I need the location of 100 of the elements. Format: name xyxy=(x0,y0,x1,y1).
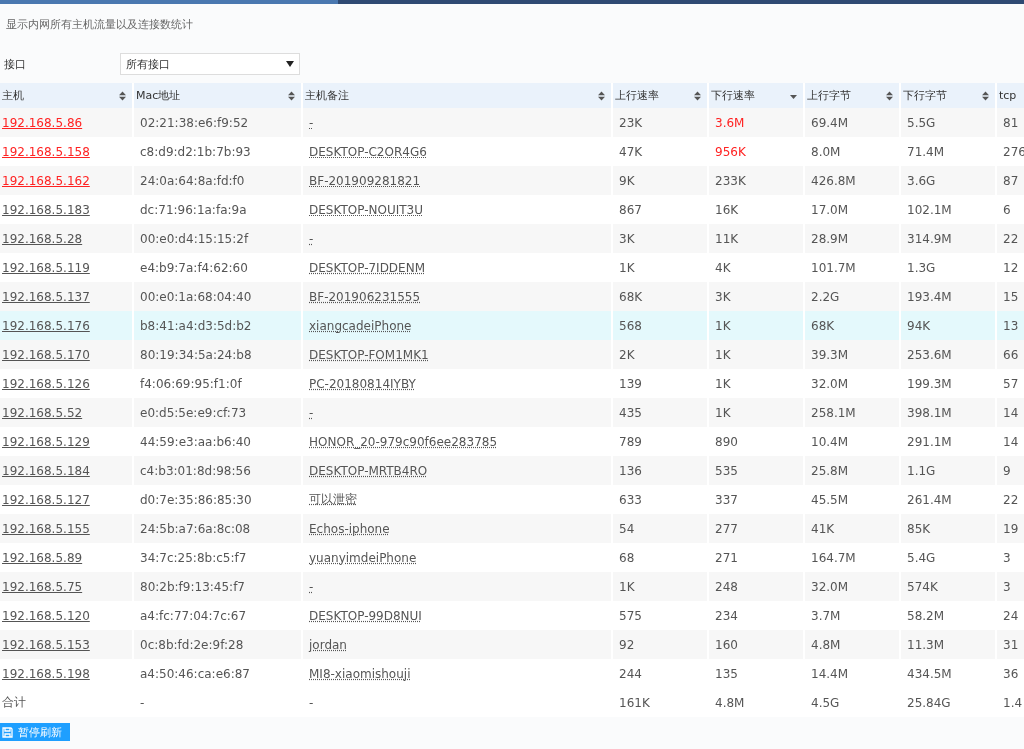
sort-icon[interactable] xyxy=(982,90,989,101)
table-cell: 16K xyxy=(708,195,804,224)
table-cell: 11.3M xyxy=(900,630,996,659)
sort-icon[interactable] xyxy=(598,90,605,101)
host-note-link[interactable]: 可以泄密 xyxy=(309,492,357,506)
table-cell: 58.2M xyxy=(900,601,996,630)
table-cell: 4.8M xyxy=(804,630,900,659)
dropdown-caret-icon xyxy=(286,61,294,67)
table-cell: 1.1G xyxy=(900,456,996,485)
table-cell: 337 xyxy=(708,485,804,514)
table-cell: 02:21:38:e6:f9:52 xyxy=(133,108,302,137)
table-cell: 36 xyxy=(996,659,1024,688)
table-cell: 25.8M xyxy=(804,456,900,485)
table-cell: 45.5M xyxy=(804,485,900,514)
table-cell: 1K xyxy=(612,572,708,601)
interface-label: 接口 xyxy=(3,56,27,72)
host-note-link[interactable]: PC-20180814IYBY xyxy=(309,376,416,391)
table-cell: 69.4M xyxy=(804,108,900,137)
column-header[interactable]: 下行速率 xyxy=(708,83,804,108)
table-cell: 434.5M xyxy=(900,659,996,688)
column-header[interactable]: 下行字节 xyxy=(900,83,996,108)
table-cell: 32.0M xyxy=(804,572,900,601)
host-note-link[interactable]: DESKTOP-NOUIT3U xyxy=(309,202,423,217)
table-cell: 234 xyxy=(708,601,804,630)
sort-icon[interactable] xyxy=(119,90,126,101)
table-cell: 4K xyxy=(708,253,804,282)
table-cell: 244 xyxy=(612,659,708,688)
table-cell: 80:19:34:5a:24:b8 xyxy=(133,340,302,369)
table-cell: d0:7e:35:86:85:30 xyxy=(133,485,302,514)
table-cell: 54 xyxy=(612,514,708,543)
table-cell: 2.2G xyxy=(804,282,900,311)
host-note-link[interactable]: Echos-iphone xyxy=(309,521,390,536)
sort-icon[interactable] xyxy=(886,90,893,101)
host-note-link[interactable]: - xyxy=(309,579,314,594)
table-cell: 17.0M xyxy=(804,195,900,224)
host-note-link[interactable]: xiangcadeiPhone xyxy=(309,318,412,333)
table-cell: 9 xyxy=(996,456,1024,485)
table-cell: 22 xyxy=(996,485,1024,514)
table-cell: 535 xyxy=(708,456,804,485)
table-cell: 13 xyxy=(996,311,1024,340)
column-header[interactable]: 主机备注 xyxy=(302,83,612,108)
host-note-link[interactable]: DESKTOP-7IDDENM xyxy=(309,260,426,275)
table-cell: 92 xyxy=(612,630,708,659)
table-cell: c4:b3:01:8d:98:56 xyxy=(133,456,302,485)
host-note-link[interactable]: BF-201906231555 xyxy=(309,289,421,304)
table-cell: 102.1M xyxy=(900,195,996,224)
table-cell: 1K xyxy=(708,340,804,369)
table-cell: 94K xyxy=(900,311,996,340)
column-header[interactable]: tcp xyxy=(996,83,1024,108)
table-cell: 193.4M xyxy=(900,282,996,311)
table-cell: 14 xyxy=(996,427,1024,456)
table-cell: 1.3G xyxy=(900,253,996,282)
column-header[interactable]: 主机 xyxy=(0,83,133,108)
table-cell: 14 xyxy=(996,398,1024,427)
host-note-link[interactable]: DESKTOP-99D8NUI xyxy=(309,608,422,623)
host-note-link[interactable]: yuanyimdeiPhone xyxy=(309,550,417,565)
table-cell: 1K xyxy=(612,253,708,282)
save-icon xyxy=(2,726,13,738)
interface-dropdown[interactable]: 所有接口 xyxy=(120,53,300,75)
sort-icon[interactable] xyxy=(288,90,295,101)
table-cell: 14.4M xyxy=(804,659,900,688)
table-cell: 00:e0:d4:15:15:2f xyxy=(133,224,302,253)
table-cell: 890 xyxy=(708,427,804,456)
table-cell: 233K xyxy=(708,166,804,195)
table-cell: 2K xyxy=(612,340,708,369)
table-cell: a4:50:46:ca:e6:87 xyxy=(133,659,302,688)
table-cell: 277 xyxy=(708,514,804,543)
table-cell: b8:41:a4:d3:5d:b2 xyxy=(133,311,302,340)
host-note-link[interactable]: MI8-xiaomishouji xyxy=(309,666,411,681)
table-cell: 87 xyxy=(996,166,1024,195)
table-cell: 136 xyxy=(612,456,708,485)
column-header[interactable]: Mac地址 xyxy=(133,83,302,108)
table-cell: 34:7c:25:8b:c5:f7 xyxy=(133,543,302,572)
table-cell: 3.6M xyxy=(708,108,804,137)
host-note-link[interactable]: - xyxy=(309,231,314,246)
table-cell: 161K xyxy=(612,688,708,717)
sort-icon[interactable] xyxy=(694,90,701,101)
column-header[interactable]: 上行字节 xyxy=(804,83,900,108)
table-cell: e0:d5:5e:e9:cf:73 xyxy=(133,398,302,427)
table-cell: 1K xyxy=(708,369,804,398)
table-cell: 1K xyxy=(708,398,804,427)
table-cell: 426.8M xyxy=(804,166,900,195)
table-cell: 568 xyxy=(612,311,708,340)
table-cell: 19 xyxy=(996,514,1024,543)
host-note-link[interactable]: BF-201909281821 xyxy=(309,173,421,188)
table-cell: 24 xyxy=(996,601,1024,630)
table-cell: 22 xyxy=(996,224,1024,253)
host-note-link[interactable]: - xyxy=(309,115,314,130)
host-note-link[interactable]: jordan xyxy=(309,637,347,652)
column-header[interactable]: 上行速率 xyxy=(612,83,708,108)
table-cell: 956K xyxy=(708,137,804,166)
host-note-link[interactable]: DESKTOP-MRTB4RO xyxy=(309,463,428,478)
table-cell: 3.6G xyxy=(900,166,996,195)
table-cell: 3K xyxy=(612,224,708,253)
table-cell: 23K xyxy=(612,108,708,137)
host-note-link[interactable]: DESKTOP-C2OR4G6 xyxy=(309,144,427,159)
table-cell: 15 xyxy=(996,282,1024,311)
host-note-link[interactable]: - xyxy=(309,405,314,420)
table-cell: 271 xyxy=(708,543,804,572)
table-cell: 5.4G xyxy=(900,543,996,572)
